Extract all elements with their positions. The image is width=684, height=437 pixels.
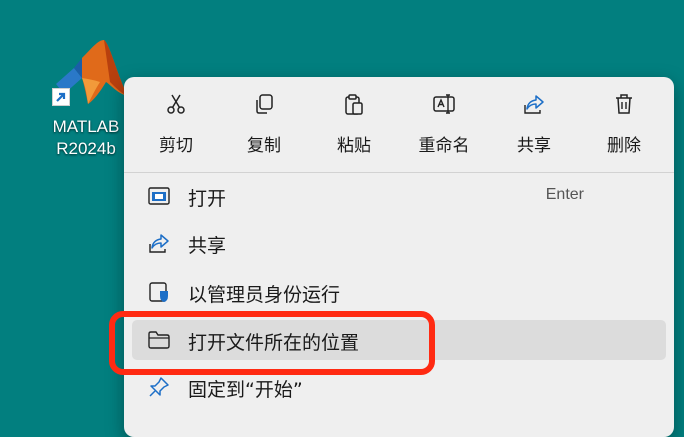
share-button[interactable]: 共享 xyxy=(494,87,574,157)
delete-label: 删除 xyxy=(607,136,641,156)
trash-icon xyxy=(616,94,632,114)
context-menu: 剪切 复制 粘贴 重命名 共享 删除 打开 Enter 共享 以管理员身份运行 … xyxy=(124,77,674,437)
share-label: 共享 xyxy=(517,136,551,156)
rename-icon xyxy=(433,94,455,114)
shield-icon xyxy=(149,282,168,302)
copy-label: 复制 xyxy=(247,136,281,156)
menu-item-label: 打开 xyxy=(188,188,227,210)
copy-button[interactable]: 复制 xyxy=(224,87,304,157)
menu-item-open[interactable]: 打开 Enter xyxy=(132,176,666,216)
delete-button[interactable]: 删除 xyxy=(584,87,664,157)
highlight-annotation xyxy=(109,311,435,375)
shortcut-key: Enter xyxy=(545,186,584,203)
shortcut-arrow-icon xyxy=(52,88,70,106)
cut-label: 剪切 xyxy=(159,136,193,156)
rename-button[interactable]: 重命名 xyxy=(404,87,484,157)
scissors-icon xyxy=(167,94,185,114)
label-line-1: MATLAB xyxy=(52,117,120,136)
desktop-shortcut-label: MATLAB R2024b xyxy=(44,116,128,160)
menu-item-run-as-admin[interactable]: 以管理员身份运行 xyxy=(132,272,666,312)
pin-icon xyxy=(149,377,169,397)
menu-item-label: 固定到“开始” xyxy=(188,379,303,401)
share-icon xyxy=(524,95,544,114)
menu-item-share[interactable]: 共享 xyxy=(132,223,666,263)
paste-icon xyxy=(345,94,363,115)
paste-button[interactable]: 粘贴 xyxy=(314,87,394,157)
label-line-2: R2024b xyxy=(56,139,116,158)
context-menu-action-bar: 剪切 复制 粘贴 重命名 共享 删除 xyxy=(124,77,674,163)
copy-icon xyxy=(256,94,273,114)
menu-item-label: 以管理员身份运行 xyxy=(188,284,341,306)
menu-divider xyxy=(124,172,674,173)
share-icon xyxy=(149,234,169,253)
menu-item-label: 共享 xyxy=(188,235,227,257)
rename-label: 重命名 xyxy=(418,136,470,156)
paste-label: 粘贴 xyxy=(337,136,371,156)
open-window-icon xyxy=(148,187,170,205)
cut-button[interactable]: 剪切 xyxy=(136,87,216,157)
